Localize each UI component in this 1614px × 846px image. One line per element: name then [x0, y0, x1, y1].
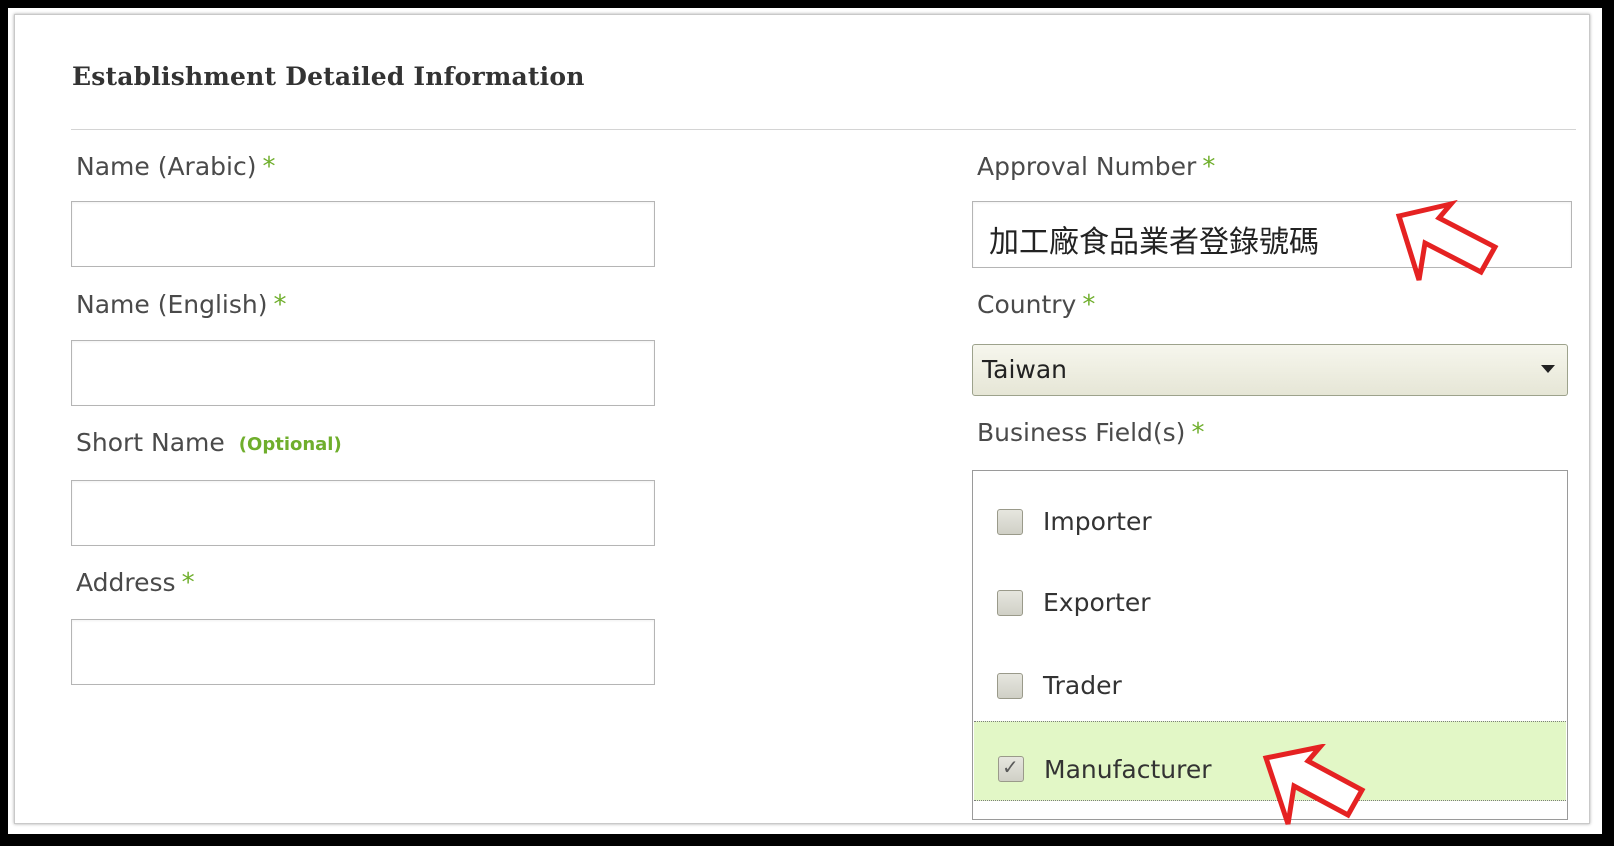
required-marker: *	[181, 568, 195, 598]
address-label-text: Address	[76, 568, 176, 597]
annotation-arrow-icon	[1262, 744, 1366, 825]
name-english-label-text: Name (English)	[76, 290, 268, 319]
option-label: Trader	[1043, 671, 1122, 700]
approval-number-label-text: Approval Number	[977, 152, 1197, 181]
short-name-input[interactable]	[71, 480, 655, 546]
country-label: Country *	[977, 290, 1095, 320]
name-arabic-input[interactable]	[71, 201, 655, 267]
annotation-arrow-icon	[1395, 200, 1499, 281]
optional-tag: (Optional)	[238, 434, 342, 455]
option-label: Exporter	[1043, 588, 1151, 617]
approval-number-label: Approval Number *	[977, 152, 1215, 182]
short-name-label-text: Short Name	[76, 428, 225, 457]
country-select[interactable]: Taiwan	[972, 344, 1568, 396]
short-name-label: Short Name (Optional)	[76, 428, 342, 457]
checkbox[interactable]	[997, 673, 1023, 699]
business-fields-label: Business Field(s) *	[977, 418, 1204, 448]
checkmark-icon: ✓	[1002, 755, 1019, 779]
option-label: Importer	[1043, 507, 1152, 536]
checkbox-checked[interactable]: ✓	[998, 755, 1024, 782]
name-arabic-label-text: Name (Arabic)	[76, 152, 257, 181]
business-field-option[interactable]: Importer	[973, 471, 1545, 551]
name-english-input[interactable]	[71, 340, 655, 406]
dropdown-caret-icon	[1541, 365, 1555, 373]
approval-number-value: 加工廠食品業者登錄號碼	[989, 225, 1319, 260]
section-title: Establishment Detailed Information	[72, 62, 585, 91]
name-english-label: Name (English) *	[76, 290, 286, 320]
name-arabic-label: Name (Arabic) *	[76, 152, 275, 182]
address-label: Address *	[76, 568, 195, 598]
business-field-option[interactable]: Exporter	[973, 552, 1545, 632]
required-marker: *	[262, 152, 276, 182]
required-marker: *	[1082, 290, 1096, 320]
country-label-text: Country	[977, 290, 1077, 319]
checkbox[interactable]	[997, 590, 1023, 616]
checkbox[interactable]	[997, 509, 1023, 535]
section-divider	[71, 129, 1576, 130]
country-selected-value: Taiwan	[982, 355, 1068, 384]
required-marker: *	[273, 290, 287, 320]
business-fields-label-text: Business Field(s)	[977, 418, 1186, 447]
option-label: Manufacturer	[1044, 755, 1212, 784]
required-marker: *	[1202, 152, 1216, 182]
address-input[interactable]	[71, 619, 655, 685]
business-field-option[interactable]: Trader	[973, 635, 1545, 715]
required-marker: *	[1191, 418, 1205, 448]
